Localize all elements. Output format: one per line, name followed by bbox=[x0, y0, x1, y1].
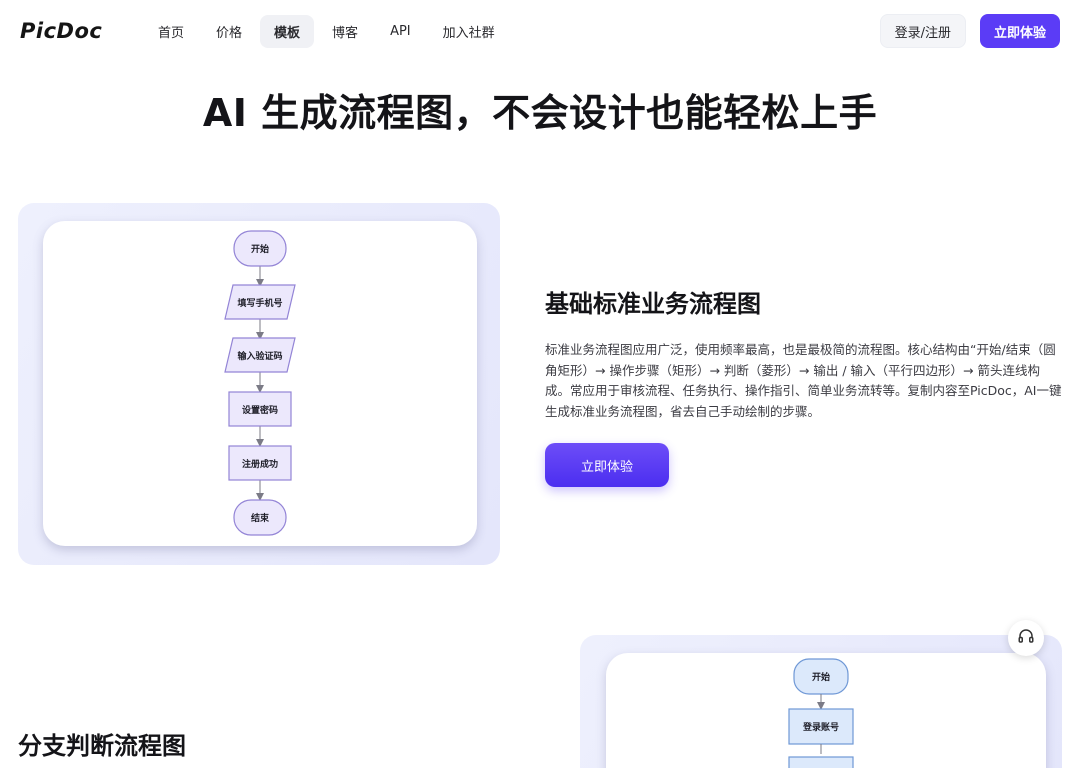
try-now-button-basic-flowchart[interactable]: 立即体验 bbox=[545, 443, 669, 487]
template-preview-canvas: 开始 填写手机号 输入验证码 设置密码 注册成功 结束 bbox=[43, 221, 477, 546]
flow-node-label: 开始 bbox=[251, 243, 269, 255]
top-navigation-bar: PicDoc 首页 价格 模板 博客 API 加入社群 登录/注册 立即体验 bbox=[0, 0, 1080, 62]
branch-flowchart-diagram: 开始 登录账号 bbox=[788, 658, 854, 768]
try-now-button-header[interactable]: 立即体验 bbox=[979, 14, 1060, 48]
template-preview-canvas-branch: 开始 登录账号 bbox=[606, 653, 1046, 768]
nav-item-api[interactable]: API bbox=[376, 17, 425, 46]
flow-node-label: 结束 bbox=[251, 512, 270, 524]
flow-node-label: 设置密码 bbox=[242, 404, 278, 416]
main-nav: 首页 价格 模板 博客 API 加入社群 bbox=[144, 14, 509, 48]
nav-item-templates[interactable]: 模板 bbox=[260, 14, 315, 48]
nav-item-pricing[interactable]: 价格 bbox=[202, 15, 256, 48]
basic-flowchart-diagram: 开始 填写手机号 输入验证码 设置密码 注册成功 结束 bbox=[224, 230, 296, 536]
section-title-branch-flowchart: 分支判断流程图 bbox=[18, 732, 186, 760]
section-description-basic-flowchart: 标准业务流程图应用广泛，使用频率最高，也是最极简的流程图。核心结构由“开始/结束… bbox=[545, 342, 1062, 419]
section-title-basic-flowchart: 基础标准业务流程图 bbox=[545, 290, 761, 318]
nav-item-blog[interactable]: 博客 bbox=[318, 15, 372, 48]
customer-support-button[interactable] bbox=[1008, 620, 1044, 656]
nav-item-home[interactable]: 首页 bbox=[144, 15, 198, 48]
flow-node-label: 填写手机号 bbox=[237, 297, 282, 309]
flow-node-label: 开始 bbox=[812, 671, 830, 683]
page-title: AI 生成流程图，不会设计也能轻松上手 bbox=[202, 91, 878, 135]
logo[interactable]: PicDoc bbox=[20, 19, 144, 43]
nav-item-community[interactable]: 加入社群 bbox=[429, 15, 509, 48]
headset-icon bbox=[1017, 627, 1035, 649]
login-register-button[interactable]: 登录/注册 bbox=[879, 14, 966, 48]
flow-node-label: 输入验证码 bbox=[237, 350, 282, 362]
flow-node-label: 注册成功 bbox=[242, 458, 278, 470]
flow-node-label: 登录账号 bbox=[802, 721, 839, 733]
flow-node-partial bbox=[788, 756, 854, 768]
top-actions: 登录/注册 立即体验 bbox=[879, 14, 1060, 48]
